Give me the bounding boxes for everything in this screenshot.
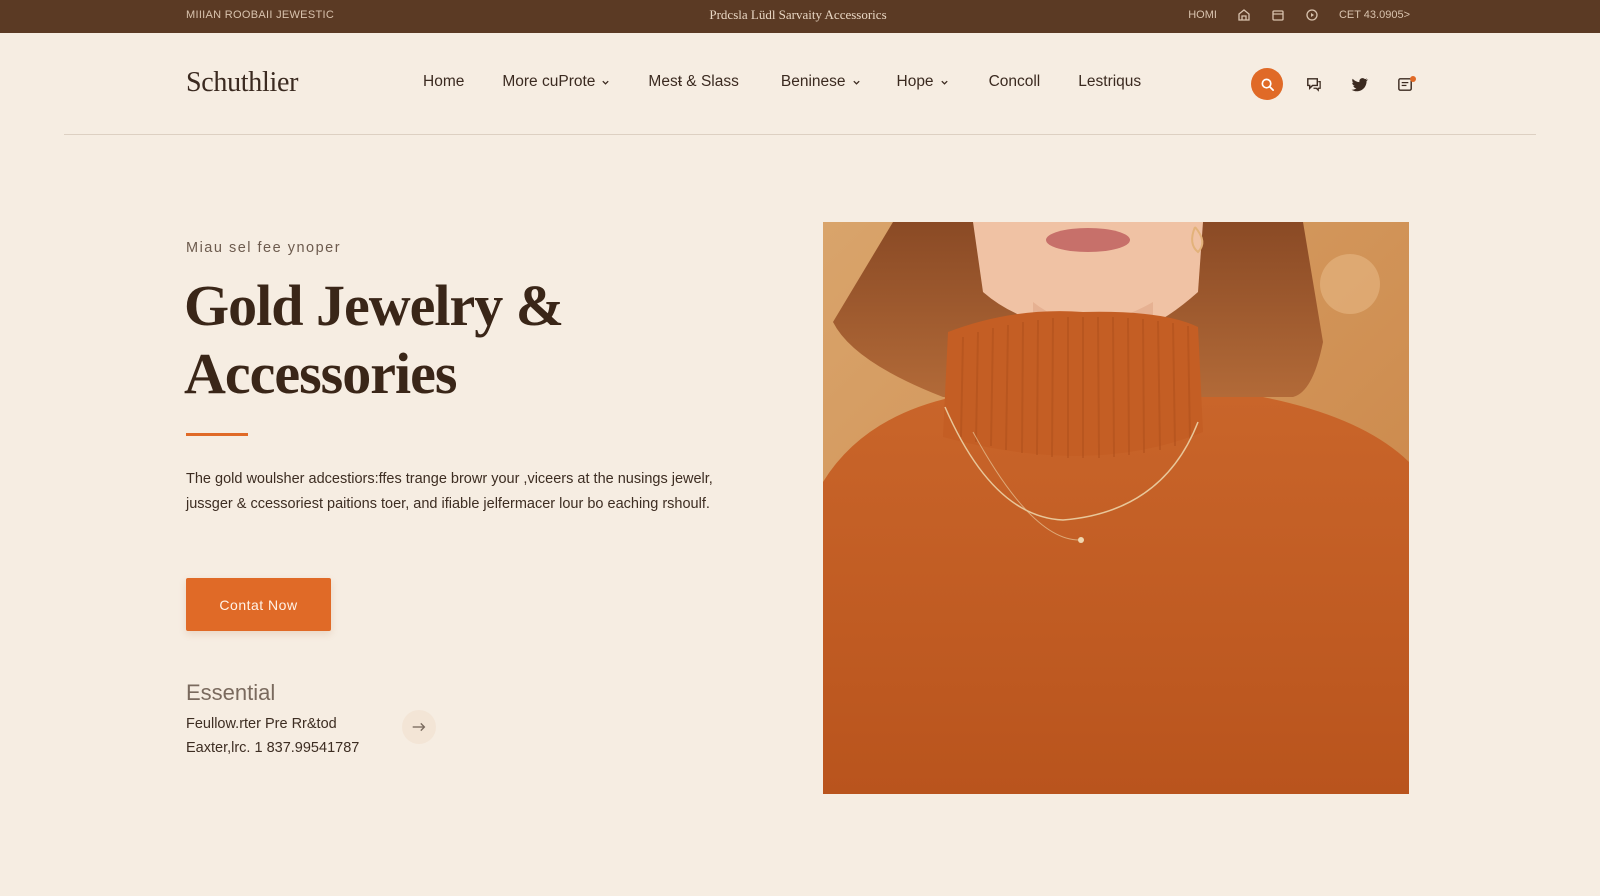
arrow-right-icon — [412, 722, 426, 732]
main-nav: Home More cuProte Mesŧ & Slass Beninese … — [423, 73, 1179, 91]
store-icon[interactable] — [1237, 8, 1251, 22]
nav-item-mest-slass[interactable]: Mesŧ & Slass — [648, 73, 738, 91]
hero-model-image — [823, 222, 1409, 794]
top-bar-right: HOMI CET 43.0905> — [1188, 0, 1410, 30]
phone-number[interactable]: CET 43.0905> — [1339, 9, 1410, 21]
nav-item-home[interactable]: Home — [423, 73, 464, 91]
cart-icon[interactable] — [1389, 68, 1421, 100]
header-actions — [1251, 68, 1421, 100]
nav-item-label: Mesŧ & Slass — [648, 73, 739, 90]
promo-text: Prdcsla Lüdl Sarvaity Accessorics — [709, 7, 887, 22]
arrow-right-button[interactable] — [402, 710, 436, 744]
chat-icon[interactable] — [1297, 68, 1329, 100]
search-button[interactable] — [1251, 68, 1283, 100]
top-bar: MIIIAN ROOBAII JEWESTIC Prdcsla Lüdl Sar… — [0, 0, 1600, 33]
hero-title: Gold Jewelry & Accessories — [184, 272, 744, 408]
nav-item-beninese[interactable]: Beninese — [781, 73, 861, 91]
header-divider — [64, 134, 1536, 135]
nav-item-label: Lestriqus — [1078, 73, 1142, 90]
hero-accent-rule — [186, 433, 248, 436]
nav-item-hope[interactable]: Hope — [897, 73, 949, 91]
contact-now-button[interactable]: Contat Now — [186, 578, 331, 631]
chevron-down-icon — [601, 78, 610, 87]
nav-item-label: More cuProte — [502, 73, 596, 90]
hero-title-line-2: Accessories — [184, 341, 457, 406]
nav-item-lestriqus[interactable]: Lestriqus — [1078, 73, 1141, 91]
hero-description: The gold woulsher adcestiors:ffes trange… — [186, 471, 713, 512]
home-link[interactable]: HOMI — [1188, 9, 1217, 21]
calendar-icon[interactable] — [1271, 8, 1285, 22]
notification-dot — [1410, 76, 1416, 82]
chevron-down-icon — [940, 78, 949, 87]
nav-item-more-cuprote[interactable]: More cuProte — [502, 73, 610, 91]
site-header: Schuthlier Home More cuProte Mesŧ & Slas… — [0, 33, 1600, 136]
contact-line-2: Eaxter,lrc. 1 837.99541787 — [186, 740, 360, 756]
store-name-text: MIIIAN ROOBAII JEWESTIC — [186, 9, 335, 21]
hero-title-line-1: Gold Jewelry & — [184, 273, 564, 338]
nav-item-label: Beninese — [780, 73, 846, 90]
hero-eyebrow: Miau sel fee ynoper — [186, 240, 342, 256]
search-icon — [1261, 78, 1274, 91]
chevron-down-icon — [852, 78, 861, 87]
nav-item-label: Home — [423, 73, 465, 90]
nav-item-label: Hope — [896, 73, 934, 90]
essential-heading: Essential — [186, 680, 276, 705]
clock-icon[interactable] — [1305, 8, 1319, 22]
nav-item-concoll[interactable]: Concoll — [989, 73, 1041, 91]
twitter-icon[interactable] — [1343, 68, 1375, 100]
nav-item-label: Concoll — [988, 73, 1041, 90]
site-logo[interactable]: Schuthlier — [186, 67, 298, 99]
contact-line-1: Feullow.rter Pre Rr&tod — [186, 716, 337, 732]
